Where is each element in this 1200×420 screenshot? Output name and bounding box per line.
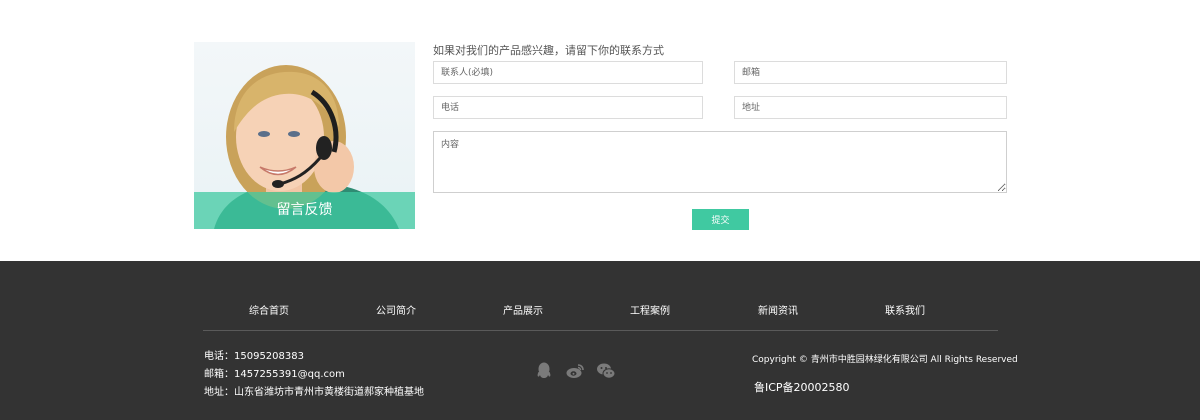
footer-nav-contact[interactable]: 联系我们 (885, 302, 925, 317)
customer-service-photo: 留言反馈 (194, 42, 415, 229)
qq-icon[interactable] (534, 361, 554, 381)
footer-nav-about[interactable]: 公司简介 (376, 302, 416, 317)
footer-address: 地址：山东省潍坊市青州市黄楼街道郝家种植基地 (204, 387, 424, 398)
footer-phone: 电话：15095208383 (204, 351, 304, 362)
icp-number[interactable]: 鲁ICP备20002580 (754, 379, 850, 395)
wechat-icon[interactable] (596, 361, 616, 381)
footer-nav-cases[interactable]: 工程案例 (630, 302, 670, 317)
footer-nav-home[interactable]: 综合首页 (249, 302, 289, 317)
footer-nav-news[interactable]: 新闻资讯 (758, 302, 798, 317)
submit-button[interactable]: 提交 (692, 209, 749, 230)
email-input[interactable] (734, 61, 1007, 84)
site-footer: 综合首页 公司简介 产品展示 工程案例 新闻资讯 联系我们 电话：1509520… (0, 261, 1200, 420)
footer-divider (203, 330, 998, 331)
contact-name-input[interactable] (433, 61, 703, 84)
address-input[interactable] (734, 96, 1007, 119)
copyright-text: Copyright © 青州市中胜园林绿化有限公司 All Rights Res… (752, 355, 1018, 365)
content-textarea[interactable] (433, 131, 1007, 193)
phone-input[interactable] (433, 96, 703, 119)
weibo-icon[interactable] (565, 361, 585, 381)
feedback-caption: 留言反馈 (194, 192, 415, 229)
footer-email: 邮箱：1457255391@qq.com (204, 369, 345, 380)
form-intro-text: 如果对我们的产品感兴趣，请留下你的联系方式 (433, 44, 664, 57)
footer-nav-products[interactable]: 产品展示 (503, 302, 543, 317)
feedback-section: 留言反馈 如果对我们的产品感兴趣，请留下你的联系方式 提交 (0, 0, 1200, 261)
